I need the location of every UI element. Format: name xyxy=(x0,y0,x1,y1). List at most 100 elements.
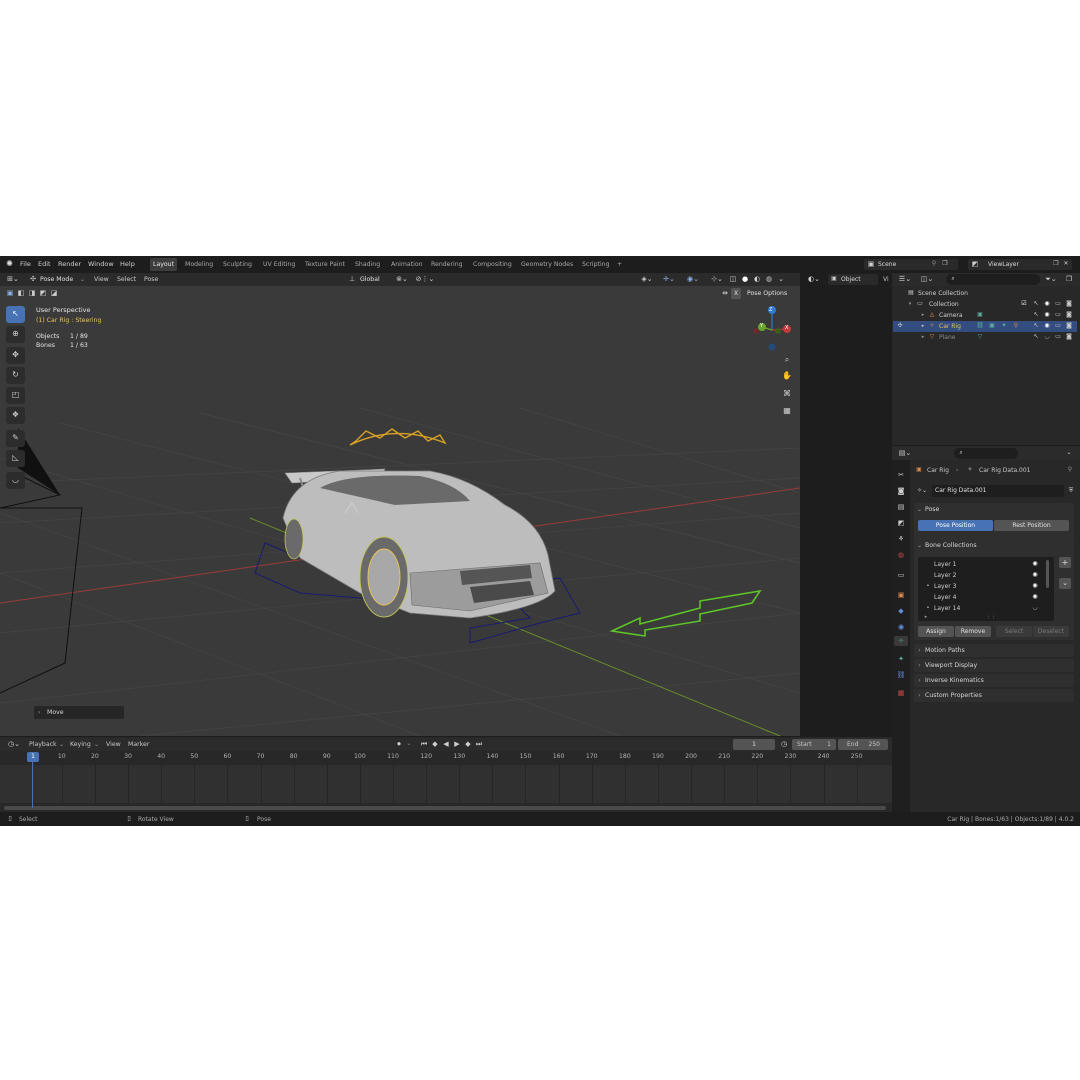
area-divider[interactable]: ◐⌄ ▣ Object Vi xyxy=(800,273,892,736)
layer-row-14[interactable]: • Layer 14 ◡ xyxy=(922,603,1046,614)
mode-dropdown[interactable]: Pose Mode xyxy=(40,274,73,285)
grid-view-icon[interactable]: ▦ xyxy=(781,406,793,416)
menu-edit[interactable]: Edit xyxy=(38,259,51,270)
eye-icon[interactable]: ◉ xyxy=(1030,559,1040,569)
tab-modeling[interactable]: Modeling xyxy=(182,258,216,271)
blender-logo-icon[interactable]: ✺ xyxy=(4,259,15,269)
outliner-row-car-rig[interactable]: ✣ ▸ ✧ Car Rig ⛓ ▣ ✦ ⚲ ↖ ◉ ▭ ◙ xyxy=(893,321,1077,332)
eye-icon[interactable]: ◉ xyxy=(1043,310,1051,320)
tab-sculpting[interactable]: Sculpting xyxy=(220,258,255,271)
new-scene-icon[interactable]: ❐ xyxy=(941,259,949,269)
tab-texture-paint[interactable]: Texture Paint xyxy=(302,258,348,271)
menu-view[interactable]: View xyxy=(94,274,109,285)
collection-menu-button[interactable]: ⌄ xyxy=(1059,578,1071,589)
preview-range-icon[interactable]: ◷ xyxy=(779,739,789,749)
render-camera-icon[interactable]: ◙ xyxy=(1065,332,1073,342)
last-operator-panel[interactable]: › Move xyxy=(34,706,124,719)
resize-grip-icon[interactable]: ⋮⋮ xyxy=(986,612,996,622)
menu-window[interactable]: Window xyxy=(88,259,114,270)
armature-data-tab-icon[interactable]: ✧ xyxy=(894,636,908,646)
select-extend-icon[interactable]: ◧ xyxy=(16,288,26,298)
expand-right-icon[interactable]: ▸ xyxy=(919,310,927,320)
select-arrow-icon[interactable]: ↖ xyxy=(1032,332,1040,342)
object-tab-icon[interactable]: ▣ xyxy=(896,590,906,600)
tab-rendering[interactable]: Rendering xyxy=(428,258,466,271)
new-collection-icon[interactable]: ❐ xyxy=(1064,274,1074,284)
tool-relax[interactable]: ◡ xyxy=(6,472,25,489)
custom-properties-panel[interactable]: › Custom Properties xyxy=(914,689,1074,702)
tool-move[interactable]: ✥ xyxy=(6,347,25,364)
bone-constraint-tab-icon[interactable]: ⛓ xyxy=(896,670,906,680)
visibility-icon[interactable]: ◈⌄ xyxy=(638,274,656,284)
tab-compositing[interactable]: Compositing xyxy=(470,258,515,271)
monitor-icon[interactable]: ▭ xyxy=(1054,332,1062,342)
pivot-icon[interactable]: ⊗⌄ xyxy=(394,274,410,284)
tab-animation[interactable]: Animation xyxy=(388,258,426,271)
xray-icon[interactable]: ⊹⌄ xyxy=(708,274,726,284)
pose-options-dropdown[interactable]: Pose Options xyxy=(747,288,787,299)
select-intersect-icon[interactable]: ◪ xyxy=(49,288,59,298)
tab-layout[interactable]: Layout xyxy=(150,258,178,271)
gizmo-toggle-icon[interactable]: ✛⌄ xyxy=(660,274,678,284)
layer-row-3[interactable]: • Layer 3 ◉ xyxy=(922,581,1046,592)
zoom-icon[interactable]: ⌕ xyxy=(781,355,793,365)
rest-position-button[interactable]: Rest Position xyxy=(994,520,1069,531)
expand-down-icon[interactable]: ▾ xyxy=(906,299,914,309)
tab-geometry-nodes[interactable]: Geometry Nodes xyxy=(518,258,576,271)
monitor-icon[interactable]: ▭ xyxy=(1054,299,1062,309)
motion-paths-panel[interactable]: › Motion Paths xyxy=(914,644,1074,657)
current-frame-field[interactable]: 1 xyxy=(733,739,775,750)
new-view-layer-icon[interactable]: ❐ xyxy=(1052,259,1060,269)
outliner-row-camera[interactable]: ▸ ◬ Camera ▣ ↖ ◉ ▭ ◙ xyxy=(893,310,1077,321)
collection-tab-icon[interactable]: ▭ xyxy=(896,570,906,580)
datablock-selector[interactable]: ✧⌄ Car Rig Data.001 ⛨ xyxy=(912,485,1076,497)
viewport-3d[interactable]: User Perspective (1) Car Rig : Steering … xyxy=(0,273,800,736)
timeline-scrollbar[interactable] xyxy=(4,806,886,810)
pan-hand-icon[interactable]: ✋ xyxy=(781,371,793,381)
end-frame-field[interactable]: End 250 xyxy=(838,739,888,750)
render-camera-icon[interactable]: ◙ xyxy=(1065,321,1073,331)
play-reverse-icon[interactable]: ◀ xyxy=(441,739,451,749)
editor-type-icon[interactable]: ⊞⌄ xyxy=(6,274,20,284)
tool-rotate[interactable]: ↻ xyxy=(6,367,25,384)
eye-icon[interactable]: ◉ xyxy=(1043,299,1051,309)
select-arrow-icon[interactable]: ↖ xyxy=(1032,310,1040,320)
filter-icon[interactable]: ⏷⌄ xyxy=(1044,274,1058,284)
mirror-x-icon[interactable]: ⇹ xyxy=(720,288,730,298)
scene-tab-icon[interactable]: ⚘ xyxy=(896,534,906,544)
pin-icon[interactable]: ⚲ xyxy=(930,259,938,269)
timeline-editor-icon[interactable]: ◷⌄ xyxy=(6,739,22,749)
menu-marker[interactable]: Marker xyxy=(128,739,149,750)
list-scrollbar[interactable] xyxy=(1046,560,1049,588)
menu-file[interactable]: File xyxy=(20,259,31,270)
render-camera-icon[interactable]: ◙ xyxy=(1065,310,1073,320)
select-button[interactable]: Select xyxy=(996,626,1032,637)
menu-pose[interactable]: Pose xyxy=(144,274,158,285)
shading-rendered-icon[interactable]: ◍ xyxy=(764,274,774,284)
menu-render[interactable]: Render xyxy=(58,259,81,270)
menu-playback[interactable]: Playback xyxy=(29,739,57,750)
eye-closed-icon[interactable]: ◡ xyxy=(1043,332,1051,342)
display-mode-icon[interactable]: ◫⌄ xyxy=(920,274,934,284)
eye-closed-icon[interactable]: ◡ xyxy=(1030,603,1040,613)
eye-icon[interactable]: ◉ xyxy=(1043,321,1051,331)
remove-view-layer-icon[interactable]: ✕ xyxy=(1062,259,1070,269)
render-camera-icon[interactable]: ◙ xyxy=(1065,299,1073,309)
tool-transform[interactable]: ❖ xyxy=(6,407,25,424)
eye-icon[interactable]: ◉ xyxy=(1030,592,1040,602)
shading-wireframe-icon[interactable]: ◫ xyxy=(728,274,738,284)
fake-user-shield-icon[interactable]: ⛨ xyxy=(1066,486,1076,496)
jump-end-icon[interactable]: ⏭ xyxy=(474,739,484,749)
tool-scale[interactable]: ◰ xyxy=(6,387,25,404)
outliner-row-plane[interactable]: ▸ ▽ Plane ▽ ↖ ◡ ▭ ◙ xyxy=(893,332,1077,343)
outliner-row-scene-collection[interactable]: ▤ Scene Collection xyxy=(893,288,1077,299)
tab-uv-editing[interactable]: UV Editing xyxy=(260,258,298,271)
jump-start-icon[interactable]: ⏮ xyxy=(419,739,429,749)
properties-editor-icon[interactable]: ▤⌄ xyxy=(898,448,912,458)
object-interaction-dropdown[interactable]: ▣ Object xyxy=(828,274,878,285)
shading-options-icon[interactable]: ⌄ xyxy=(776,274,786,284)
auto-key-options-icon[interactable]: ⌄ xyxy=(405,739,413,749)
menu-select[interactable]: Select xyxy=(117,274,136,285)
output-tab-icon[interactable]: ▤ xyxy=(896,502,906,512)
object-mode-icon[interactable]: ◐⌄ xyxy=(806,274,822,284)
